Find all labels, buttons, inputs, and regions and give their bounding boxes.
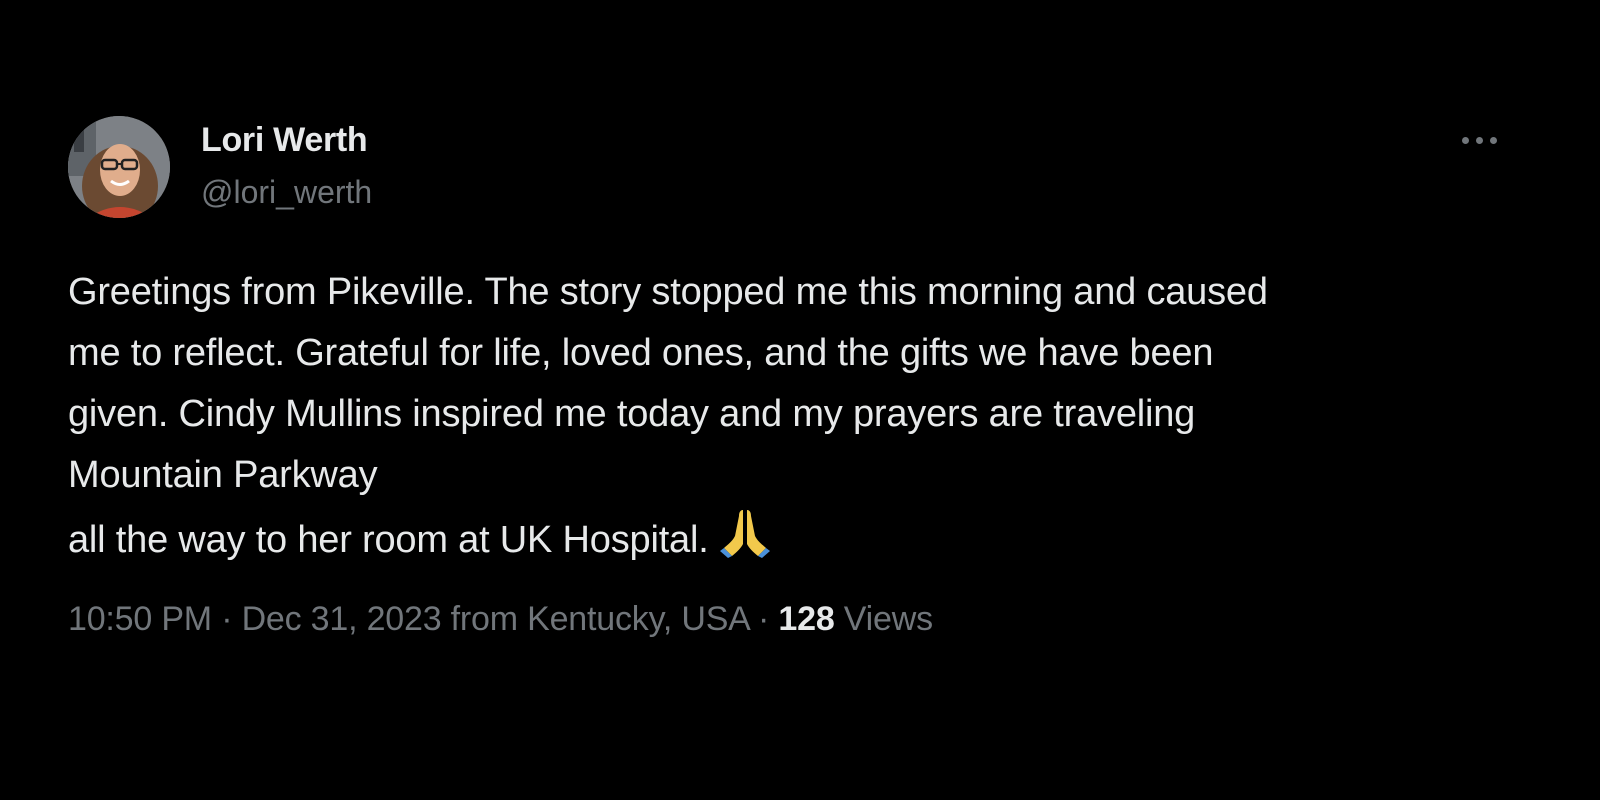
tweet-text-last-line: all the way to her room at UK Hospital. [68, 506, 1548, 577]
tweet-time[interactable]: 10:50 PM [68, 600, 212, 638]
more-horizontal-icon [1462, 137, 1469, 144]
views-label[interactable]: Views [844, 600, 933, 638]
tweet-text: Greetings from Pikeville. The story stop… [68, 262, 1548, 577]
more-horizontal-icon-dot [1490, 137, 1497, 144]
avatar[interactable] [68, 116, 170, 218]
tweet-text-line: given. Cindy Mullins inspired me today a… [68, 393, 1196, 435]
user-handle[interactable]: @lori_werth [201, 174, 372, 211]
tweet-text-line: all the way to her room at UK Hospital. [68, 519, 709, 561]
meta-separator: · [221, 600, 233, 638]
tweet-card: Lori Werth @lori_werth Greetings from Pi… [0, 0, 1600, 800]
avatar-image [68, 116, 170, 218]
tweet-location: from Kentucky, USA [450, 600, 749, 638]
more-options-button[interactable] [1458, 125, 1502, 155]
views-count[interactable]: 128 [778, 600, 834, 638]
tweet-text-line: Mountain Parkway [68, 454, 378, 496]
tweet-text-line: Greetings from Pikeville. The story stop… [68, 271, 1268, 313]
display-name[interactable]: Lori Werth [201, 121, 368, 160]
folded-hands-icon [719, 506, 771, 577]
more-horizontal-icon-dot [1476, 137, 1483, 144]
tweet-text-line: me to reflect. Grateful for life, loved … [68, 332, 1214, 374]
tweet-date[interactable]: Dec 31, 2023 [242, 600, 442, 638]
meta-separator: · [758, 600, 770, 638]
tweet-meta: 10:50 PM · Dec 31, 2023 from Kentucky, U… [68, 600, 933, 639]
